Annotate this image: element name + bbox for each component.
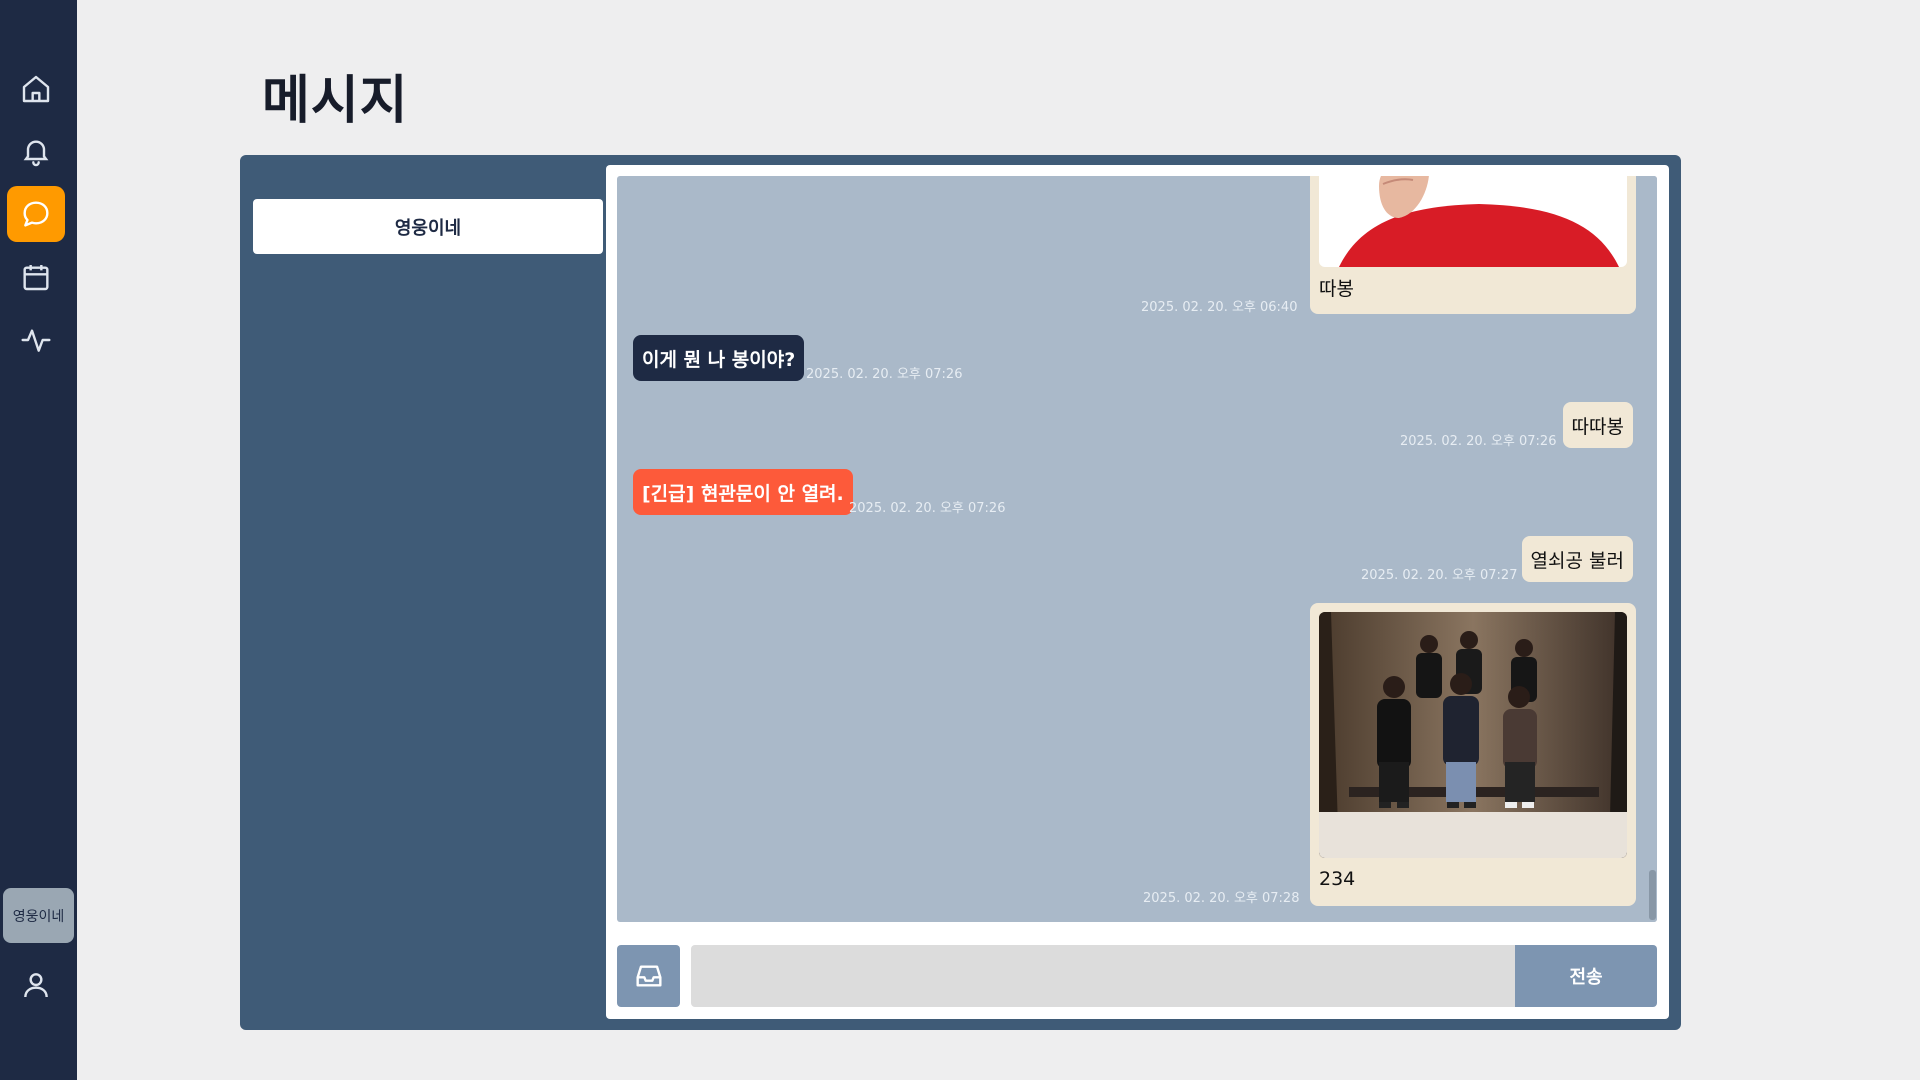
message-list[interactable]: 따봉 2025. 02. 20. 오후 06:40 이게 뭔 나 봉이야? 20… [617, 176, 1657, 922]
page-title: 메시지 [262, 71, 409, 131]
message-bubble-me-image[interactable]: 따봉 [1310, 176, 1636, 314]
chat-icon [23, 201, 49, 227]
chat-window: 따봉 2025. 02. 20. 오후 06:40 이게 뭔 나 봉이야? 20… [606, 165, 1669, 1019]
message-bubble-urgent[interactable]: [긴급] 현관문이 안 열려. [633, 469, 853, 515]
message-timestamp: 2025. 02. 20. 오후 07:27 [1361, 568, 1518, 583]
message-input[interactable] [691, 945, 1515, 1007]
message-text: 열쇠공 불러 [1530, 549, 1624, 572]
group-switch-button[interactable]: 영웅이네 [3, 888, 74, 943]
message-timestamp: 2025. 02. 20. 오후 07:26 [806, 367, 963, 382]
activity-icon [21, 329, 51, 352]
message-text: 따따봉 [1571, 415, 1624, 438]
message-timestamp: 2025. 02. 20. 오후 07:26 [1400, 434, 1557, 449]
message-timestamp: 2025. 02. 20. 오후 06:40 [1141, 300, 1298, 315]
nav-messages-button[interactable] [7, 186, 65, 242]
message-image [1319, 176, 1627, 267]
message-scrollbar[interactable] [1648, 176, 1657, 922]
message-bubble-me[interactable]: 열쇠공 불러 [1521, 536, 1633, 582]
message-text: [긴급] 현관문이 안 열려. [642, 482, 844, 505]
attach-button[interactable] [617, 945, 680, 1007]
calendar-icon [23, 265, 49, 291]
message-bubble-me-image[interactable]: 234 [1310, 603, 1636, 906]
group-label: 영웅이네 [12, 908, 65, 925]
message-timestamp: 2025. 02. 20. 오후 07:26 [849, 501, 1006, 516]
user-icon [24, 973, 48, 998]
message-caption: 234 [1319, 868, 1356, 890]
composer: 전송 [617, 945, 1657, 1007]
bell-icon [23, 140, 49, 167]
nav-home-button[interactable] [7, 61, 65, 117]
send-button[interactable]: 전송 [1515, 945, 1657, 1007]
nav-rail: 영웅이네 [0, 0, 77, 1080]
room-name: 영웅이네 [394, 217, 462, 239]
message-caption: 따봉 [1319, 278, 1354, 300]
message-bubble-me[interactable]: 따따봉 [1562, 402, 1633, 448]
nav-activity-button[interactable] [7, 312, 65, 368]
message-bubble-other[interactable]: 이게 뭔 나 봉이야? [633, 335, 805, 381]
message-image [1319, 612, 1627, 858]
message-text: 이게 뭔 나 봉이야? [642, 348, 796, 371]
home-icon [22, 75, 50, 103]
nav-notifications-button[interactable] [7, 123, 65, 179]
messages-panel: 영웅이네 따봉 2025. 02. 20. 오후 06:40 이게 뭔 나 봉이… [240, 155, 1681, 1030]
inbox-icon [635, 965, 662, 987]
room-item[interactable]: 영웅이네 [253, 199, 603, 254]
message-timestamp: 2025. 02. 20. 오후 07:28 [1143, 891, 1300, 906]
scrollbar-thumb[interactable] [1649, 870, 1656, 920]
nav-profile-button[interactable] [7, 957, 65, 1013]
nav-calendar-button[interactable] [7, 249, 65, 305]
